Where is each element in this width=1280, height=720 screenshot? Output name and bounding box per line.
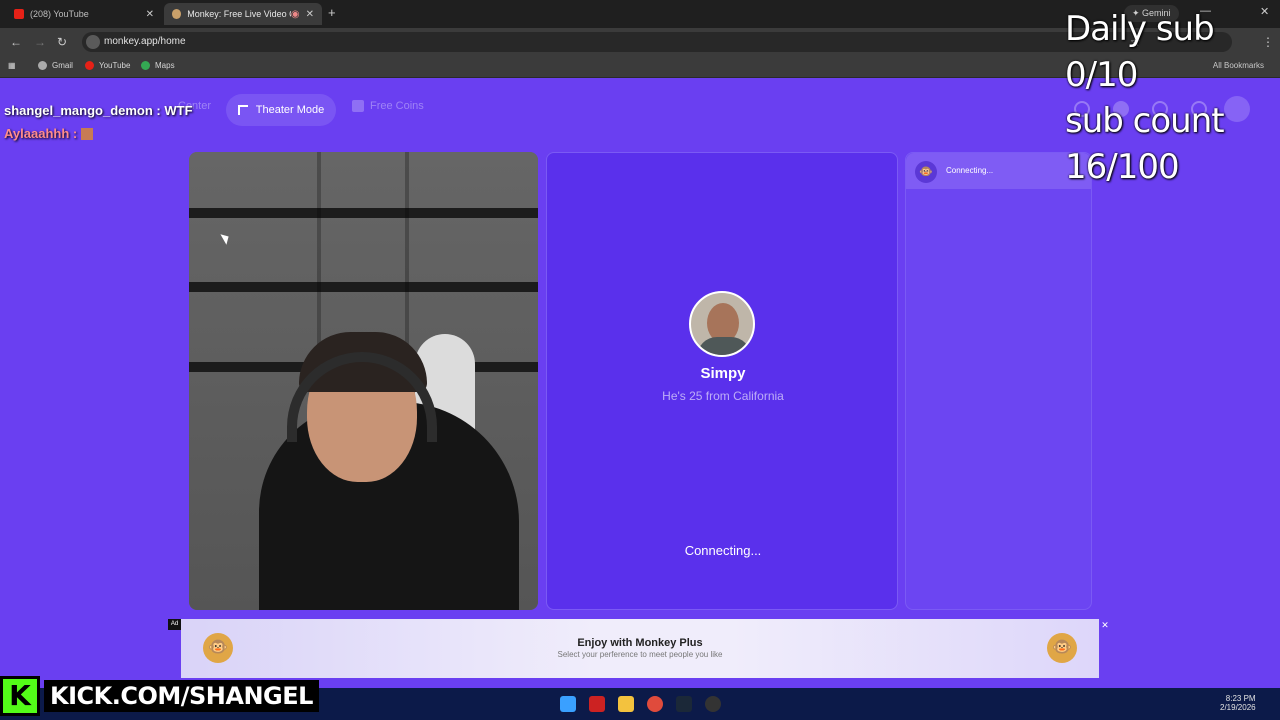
site-info-icon[interactable] (86, 35, 100, 49)
free-coins-label: Free Coins (370, 100, 424, 112)
url-text: monkey.app/home (104, 36, 186, 47)
chat-header: 🐵 Connecting... (906, 153, 1091, 189)
theater-mode-button[interactable]: Theater Mode (226, 94, 336, 126)
ad-tag: Ad (168, 619, 181, 630)
garage-door-line (189, 282, 538, 292)
screen: { "browser": { "tabs": [ {"title": "(208… (0, 0, 1280, 720)
tab-title: (208) YouTube (30, 9, 89, 19)
steam-icon[interactable] (676, 696, 692, 712)
monkey-mascot-icon: 🐵 (1047, 633, 1077, 663)
ad-title: Enjoy with Monkey Plus (577, 637, 703, 649)
emote-icon (81, 128, 94, 140)
windows-start-icon[interactable] (560, 696, 576, 712)
daily-sub-counter: Daily sub 0/10 (1065, 9, 1215, 95)
ad-banner[interactable]: 🐵 Enjoy with Monkey Plus Select your per… (181, 619, 1099, 678)
recording-icon: ◉ (290, 8, 300, 20)
kick-logo: K (0, 676, 40, 716)
globe-icon (38, 61, 47, 70)
expand-icon (237, 105, 248, 115)
file-explorer-icon[interactable] (618, 696, 634, 712)
overlay-chat-text: Aylaaahhh : (4, 126, 78, 141)
match-name: Simpy (700, 365, 746, 382)
tab-monkey[interactable]: Monkey: Free Live Video Cl ◉ ✕ (164, 3, 322, 25)
self-video-panel (189, 152, 538, 610)
sub-count-counter: sub count 16/100 (1065, 101, 1225, 187)
reload-icon[interactable]: ↻ (57, 35, 67, 49)
back-icon[interactable]: ← (10, 35, 22, 49)
forward-icon[interactable]: → (34, 35, 46, 49)
apps-grid-icon[interactable]: ▦ (8, 61, 16, 70)
kick-watermark: K KICK.COM/SHANGEL (0, 676, 319, 716)
ad-subtitle: Select your perference to meet people yo… (557, 650, 723, 659)
app-icon[interactable] (589, 696, 605, 712)
sub-stats-overlay: Daily sub 0/10 sub count 16/100 (1065, 6, 1280, 190)
overlay-chat-line: shangel_mango_demon : WTF (4, 103, 193, 118)
clock-time: 8:23 PM (1225, 694, 1256, 703)
overlay-chat-line: Aylaaahhh : (4, 126, 94, 141)
maps-pin-icon (141, 61, 150, 70)
bookmark-maps[interactable]: Maps (141, 61, 175, 70)
coins-icon (352, 100, 364, 112)
free-coins-button[interactable]: Free Coins (352, 100, 424, 112)
system-clock[interactable]: 8:23 PM 2/19/2026 (1220, 694, 1256, 712)
obs-icon[interactable] (705, 696, 721, 712)
match-panel: Simpy He's 25 from California Connecting… (546, 152, 898, 610)
tab-youtube[interactable]: (208) YouTube ✕ (6, 3, 162, 25)
kick-url: KICK.COM/SHANGEL (44, 680, 319, 712)
ad-close-icon[interactable]: ✕ (1099, 619, 1111, 631)
match-avatar (689, 291, 755, 357)
clock-date: 2/19/2026 (1220, 703, 1256, 712)
close-tab-icon[interactable]: ✕ (146, 9, 154, 20)
match-subtitle: He's 25 from California (662, 389, 784, 403)
theater-mode-label: Theater Mode (255, 104, 325, 116)
new-tab-icon[interactable]: + (328, 5, 336, 20)
url-bar[interactable]: monkey.app/home (82, 32, 1232, 52)
youtube-icon (85, 61, 94, 70)
connection-status: Connecting... (684, 543, 762, 558)
close-tab-icon[interactable]: ✕ (306, 9, 314, 20)
chrome-icon[interactable] (647, 696, 663, 712)
monkey-avatar-icon: 🐵 (915, 161, 937, 183)
avatar-shirt (697, 337, 751, 355)
garage-door-line (189, 208, 538, 218)
bookmark-youtube[interactable]: YouTube (85, 61, 130, 70)
chat-panel: 🐵 Connecting... (905, 152, 1092, 610)
bookmark-gmail[interactable]: Gmail (38, 61, 73, 70)
bookmark-label: Maps (155, 61, 175, 70)
bookmark-label: Gmail (52, 61, 73, 70)
monkey-favicon-icon (172, 9, 182, 19)
youtube-favicon-icon (14, 9, 24, 19)
tab-title: Monkey: Free Live Video Cl (187, 9, 291, 19)
chat-status: Connecting... (946, 166, 994, 175)
bookmark-label: YouTube (99, 61, 131, 70)
